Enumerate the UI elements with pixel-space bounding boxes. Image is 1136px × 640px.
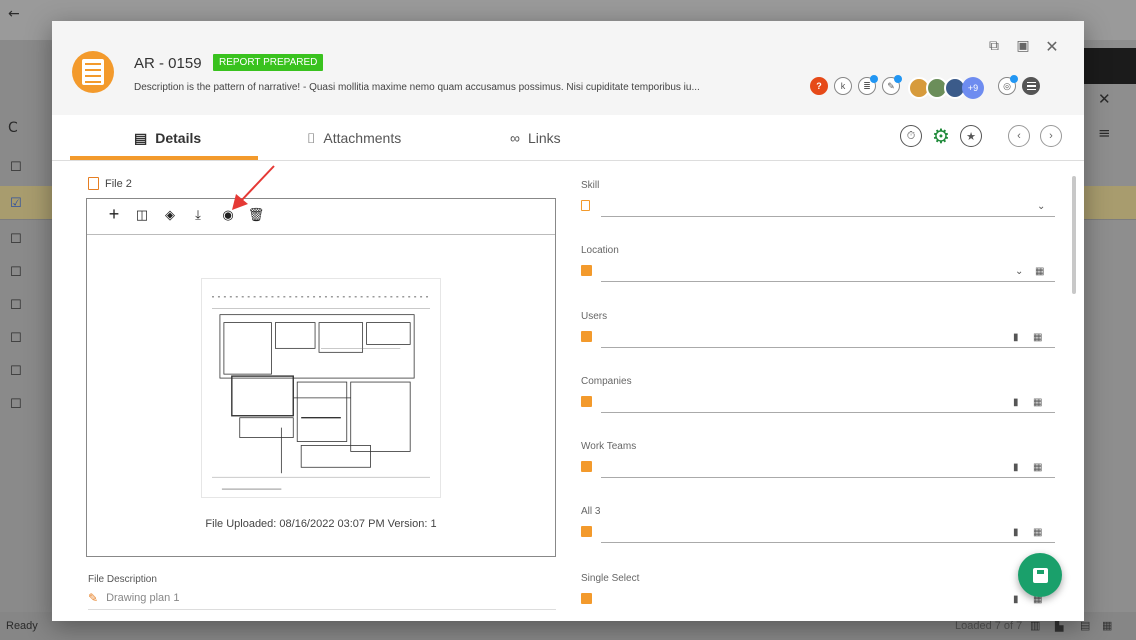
row-checkbox[interactable]: ☐ [10, 298, 22, 313]
status-badge: REPORT PREPARED [213, 54, 324, 71]
back-arrow-icon[interactable]: ← [8, 6, 20, 22]
scrollbar[interactable] [1072, 176, 1076, 294]
star-icon[interactable]: ★ [960, 125, 982, 147]
field-label: Companies [581, 376, 632, 387]
tab-label: Links [527, 130, 561, 146]
row-checkbox-checked[interactable]: ☑ [10, 196, 22, 211]
close-icon[interactable]: ✕ [1042, 37, 1062, 57]
compare-icon[interactable]: ◫ [133, 207, 151, 223]
field-label: All 3 [581, 506, 601, 517]
row-checkbox[interactable]: ☐ [10, 232, 22, 247]
file-description-value: Drawing plan 1 [106, 592, 180, 604]
save-button[interactable] [1018, 553, 1062, 597]
contacts-icon[interactable]: ▮ [1013, 527, 1019, 538]
tab-details[interactable]: ▤ Details [134, 115, 201, 161]
row-checkbox[interactable]: ☐ [10, 364, 22, 379]
link-icon: ∞ [510, 130, 520, 146]
team-icon [581, 461, 592, 472]
fullscreen-icon[interactable]: ▣ [1013, 37, 1033, 54]
skill-field[interactable]: Skill ⌄ [581, 180, 1055, 236]
field-label: Single Select [581, 573, 640, 584]
task-icon[interactable]: k [834, 77, 852, 95]
menu-icon[interactable] [1022, 77, 1040, 95]
add-icon[interactable]: + [105, 204, 123, 225]
report-description: Description is the pattern of narrative!… [134, 82, 700, 93]
file-title-text: File 2 [105, 177, 132, 190]
download-icon[interactable]: ⤓ [189, 207, 207, 223]
users-field[interactable]: Users ▮ ▦ [581, 311, 1055, 367]
chevron-down-icon[interactable]: ⌄ [1037, 201, 1045, 212]
paperclip-icon: ⌷ [307, 129, 316, 146]
report-icon [72, 51, 114, 93]
more-avatars-badge[interactable]: +9 [962, 77, 984, 99]
background-close-icon[interactable]: ✕ [1098, 90, 1111, 108]
row-checkbox[interactable]: ☐ [10, 265, 22, 280]
field-label: Work Teams [581, 441, 637, 452]
details-icon: ▤ [134, 129, 148, 146]
location-field[interactable]: Location ⌄ ▦ [581, 245, 1055, 301]
companies-field[interactable]: Companies ▮ ▦ [581, 376, 1055, 432]
row-checkbox[interactable]: ☐ [10, 397, 22, 412]
file-viewer: + ◫ ◈ ⤓ ◉ 🗑 File Uploaded: 08/16/2022 03… [86, 198, 556, 557]
user-icon [581, 526, 592, 537]
watchers-icon[interactable]: ◎ [998, 75, 1018, 95]
tab-label: Details [155, 130, 202, 146]
refresh-icon[interactable]: C [8, 120, 18, 136]
file-icon [88, 177, 99, 190]
map-icon[interactable]: ▦ [1035, 266, 1044, 277]
contacts-icon[interactable]: ▮ [1013, 332, 1019, 343]
edit-pencil-icon: ✎ [88, 591, 99, 605]
notes-icon[interactable]: ✎ [882, 75, 902, 95]
row-checkbox[interactable]: ☐ [10, 160, 22, 175]
tab-attachments[interactable]: ⌷ Attachments [307, 115, 401, 161]
single-select-field[interactable]: Single Select ▮ ▦ [581, 573, 1055, 617]
field-label: Users [581, 311, 608, 322]
annotation-arrow [232, 165, 275, 210]
company-icon [581, 396, 592, 407]
field-label: Skill [581, 180, 600, 191]
checklist-icon[interactable]: ≣ [858, 75, 878, 95]
user-icon [581, 593, 592, 604]
contacts-icon[interactable]: ▮ [1013, 397, 1019, 408]
qr-code-icon[interactable]: ▦ [1033, 527, 1042, 538]
tab-links[interactable]: ∞ Links [510, 115, 561, 161]
qr-code-icon[interactable]: ▦ [1033, 462, 1042, 473]
skill-icon [581, 200, 590, 211]
field-label: Location [581, 245, 619, 256]
save-icon [1032, 567, 1048, 583]
background-menu-icon[interactable]: ≡ [1098, 124, 1111, 142]
work-teams-field[interactable]: Work Teams ▮ ▦ [581, 441, 1055, 497]
contacts-icon[interactable]: ▮ [1013, 462, 1019, 473]
contacts-icon[interactable]: ▮ [1013, 594, 1019, 605]
report-modal: AR - 0159 REPORT PREPARED Description is… [52, 21, 1084, 621]
modal-header: AR - 0159 REPORT PREPARED Description is… [52, 21, 1084, 115]
tab-label: Attachments [323, 130, 402, 146]
active-tab-indicator [70, 156, 258, 160]
settings-gear-icon[interactable]: ⚙ [930, 125, 952, 148]
file-description-label: File Description [88, 574, 157, 585]
next-icon[interactable]: › [1040, 125, 1062, 147]
row-checkbox[interactable]: ☐ [10, 331, 22, 346]
timer-icon[interactable]: ⏱ [900, 125, 922, 147]
location-icon [581, 265, 592, 276]
chevron-down-icon[interactable]: ⌄ [1015, 266, 1023, 277]
previous-icon[interactable]: ‹ [1008, 125, 1030, 147]
qr-code-icon[interactable]: ▦ [1033, 332, 1042, 343]
file-title: File 2 [88, 177, 132, 190]
file-toolbar: + ◫ ◈ ⤓ ◉ 🗑 [87, 199, 555, 235]
split-view-icon[interactable]: ▦ [1102, 619, 1112, 632]
file-description-field[interactable]: ✎ Drawing plan 1 [88, 591, 556, 610]
report-id: AR - 0159 [134, 55, 202, 72]
annotate-icon[interactable]: ◈ [161, 207, 179, 223]
qr-code-icon[interactable]: ▦ [1033, 397, 1042, 408]
floor-plan-thumbnail[interactable] [201, 278, 441, 498]
file-upload-info: File Uploaded: 08/16/2022 03:07 PM Versi… [205, 518, 437, 530]
open-external-icon[interactable]: ⧉ [984, 37, 1004, 54]
all3-field[interactable]: All 3 ▮ ▦ [581, 506, 1055, 562]
user-icon [581, 331, 592, 342]
help-icon[interactable]: ? [810, 77, 828, 95]
status-text: Ready [6, 620, 38, 632]
loaded-count: Loaded 7 of 7 [955, 620, 1023, 632]
